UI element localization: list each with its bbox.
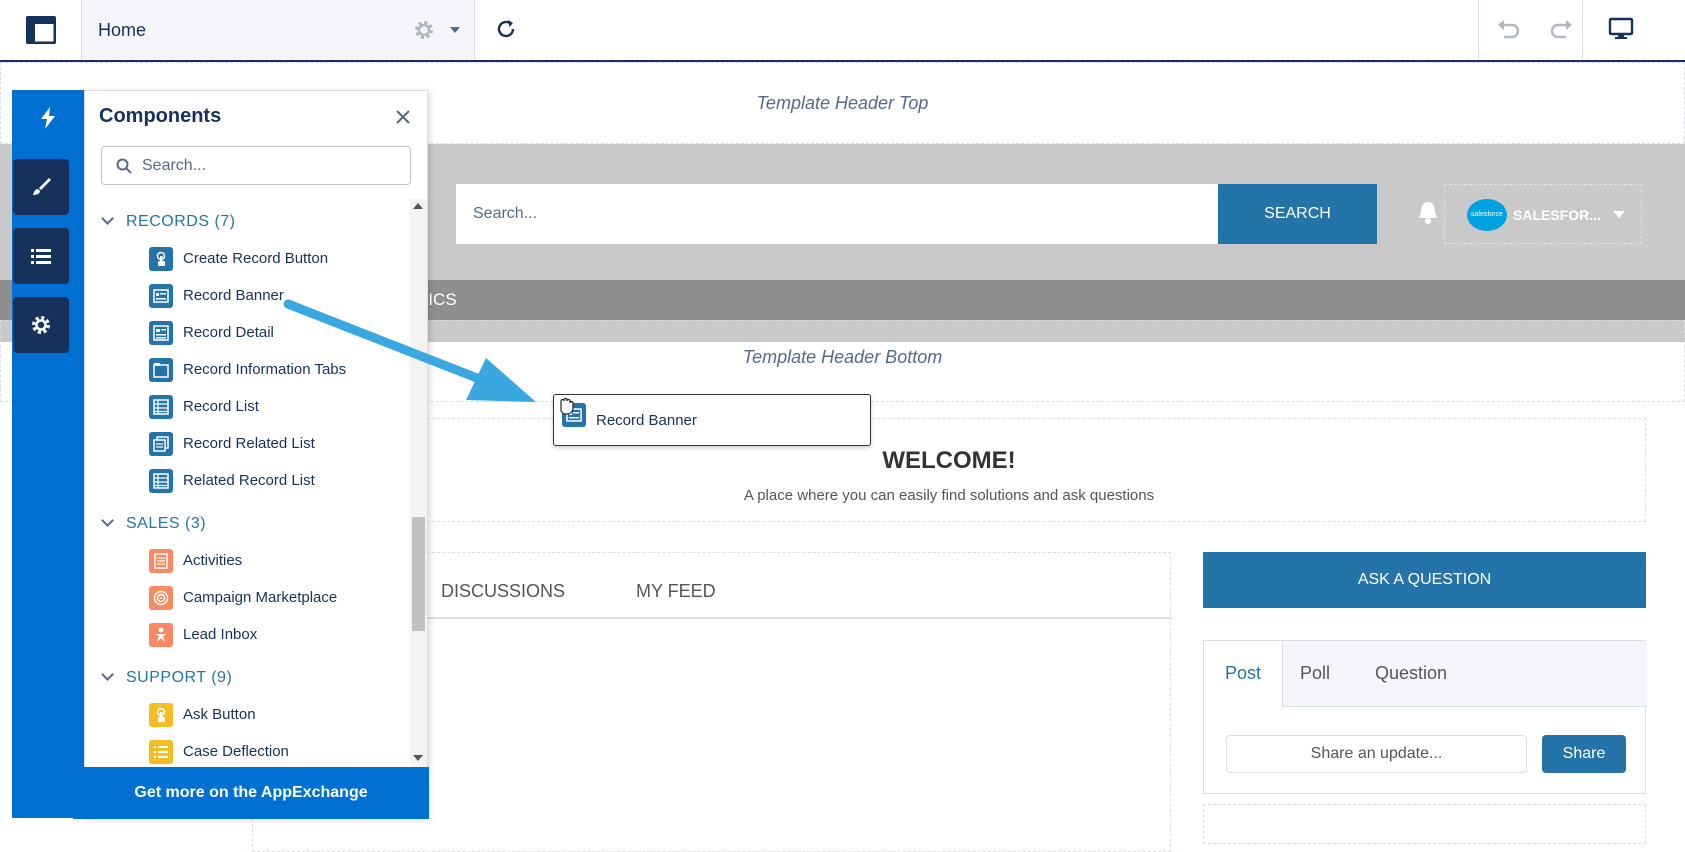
target-icon xyxy=(149,586,173,610)
dragged-component-label: Record Banner xyxy=(596,412,697,429)
tab-post[interactable]: Post xyxy=(1204,641,1284,708)
redo-icon[interactable] xyxy=(1548,17,1574,41)
grab-cursor-icon xyxy=(560,397,574,415)
panel-scrollbar[interactable] xyxy=(410,199,427,767)
tab-poll[interactable]: Poll xyxy=(1279,641,1351,708)
tab-my-feed[interactable]: MY FEED xyxy=(636,581,716,602)
publisher: Post Poll Question Share an update... Sh… xyxy=(1203,640,1647,794)
bell-icon[interactable] xyxy=(1416,200,1440,226)
tab-discussions[interactable]: DISCUSSIONS xyxy=(441,581,565,602)
list-icon xyxy=(31,249,51,264)
toolbar-divider xyxy=(1582,0,1583,60)
dragged-component-chip[interactable]: Record Banner xyxy=(553,394,871,446)
welcome-headline[interactable]: WELCOME! A place where you can easily fi… xyxy=(252,418,1646,522)
banner-icon xyxy=(149,284,173,308)
welcome-title: WELCOME! xyxy=(882,447,1016,474)
gear-icon[interactable] xyxy=(412,18,436,42)
component-region[interactable] xyxy=(1203,804,1646,844)
touch-icon xyxy=(149,247,173,271)
chevron-down-icon[interactable] xyxy=(450,27,460,33)
list-icon xyxy=(149,395,173,419)
scroll-down-icon[interactable] xyxy=(413,755,423,761)
chevron-down-icon xyxy=(101,514,114,527)
gear-icon xyxy=(32,316,50,334)
chevron-down-icon[interactable] xyxy=(1613,211,1625,218)
ask-question-button[interactable]: ASK A QUESTION xyxy=(1203,552,1646,608)
desktop-icon[interactable] xyxy=(1608,17,1634,41)
activities-icon xyxy=(149,549,173,573)
welcome-subtitle: A place where you can easily find soluti… xyxy=(743,487,1155,504)
components-search-input[interactable]: Search... xyxy=(101,146,411,185)
share-update-input[interactable]: Share an update... xyxy=(1226,735,1527,773)
tabs-icon xyxy=(149,358,173,382)
related-list-icon xyxy=(149,432,173,456)
appexchange-button[interactable]: Get more on the AppExchange xyxy=(73,767,429,819)
salesforce-logo: salesforce xyxy=(1467,199,1507,231)
user-profile-menu[interactable]: salesforce SALESFOR... xyxy=(1444,184,1642,244)
lead-icon xyxy=(149,623,173,647)
page-title: Home xyxy=(98,20,147,40)
related-record-list-icon xyxy=(149,469,173,493)
detail-icon xyxy=(149,321,173,345)
paintbrush-icon xyxy=(33,178,51,195)
section-sales[interactable]: SALES (3) xyxy=(101,514,206,533)
refresh-icon[interactable] xyxy=(494,17,518,41)
app-layout-icon[interactable] xyxy=(26,16,56,44)
share-button[interactable]: Share xyxy=(1542,735,1626,773)
section-support[interactable]: SUPPORT (9) xyxy=(101,668,232,687)
publisher-tabs: Post Poll Question xyxy=(1204,641,1647,708)
community-search-input[interactable]: Search... xyxy=(456,184,1218,244)
page-structure-tab[interactable] xyxy=(13,228,69,284)
scroll-up-icon[interactable] xyxy=(413,203,423,209)
toolbar-divider xyxy=(1478,0,1479,60)
section-records[interactable]: RECORDS (7) xyxy=(101,212,236,231)
undo-icon[interactable] xyxy=(1496,17,1522,41)
scrollbar-thumb[interactable] xyxy=(412,517,425,631)
close-icon[interactable] xyxy=(395,109,411,125)
chevron-down-icon xyxy=(101,668,114,681)
lightning-icon xyxy=(41,107,55,129)
components-tab[interactable] xyxy=(12,90,84,146)
components-panel: Components Search... RECORDS (7) Create … xyxy=(73,90,429,819)
panel-title: Components xyxy=(99,105,222,127)
tab-question[interactable]: Question xyxy=(1354,641,1468,708)
list-icon xyxy=(149,740,173,764)
toolbar-divider xyxy=(474,0,475,60)
page-selector[interactable]: Home xyxy=(82,0,474,60)
touch-icon xyxy=(149,703,173,727)
search-placeholder: Search... xyxy=(142,157,207,174)
search-icon xyxy=(116,158,132,174)
builder-toolbar: Home xyxy=(0,0,1685,62)
settings-tab[interactable] xyxy=(13,297,69,353)
chevron-down-icon xyxy=(101,212,114,225)
user-name: SALESFOR... xyxy=(1513,207,1601,223)
community-search-button[interactable]: SEARCH xyxy=(1218,184,1377,244)
components-list: RECORDS (7) Create Record Button Record … xyxy=(85,199,410,767)
theme-tab[interactable] xyxy=(13,159,69,215)
